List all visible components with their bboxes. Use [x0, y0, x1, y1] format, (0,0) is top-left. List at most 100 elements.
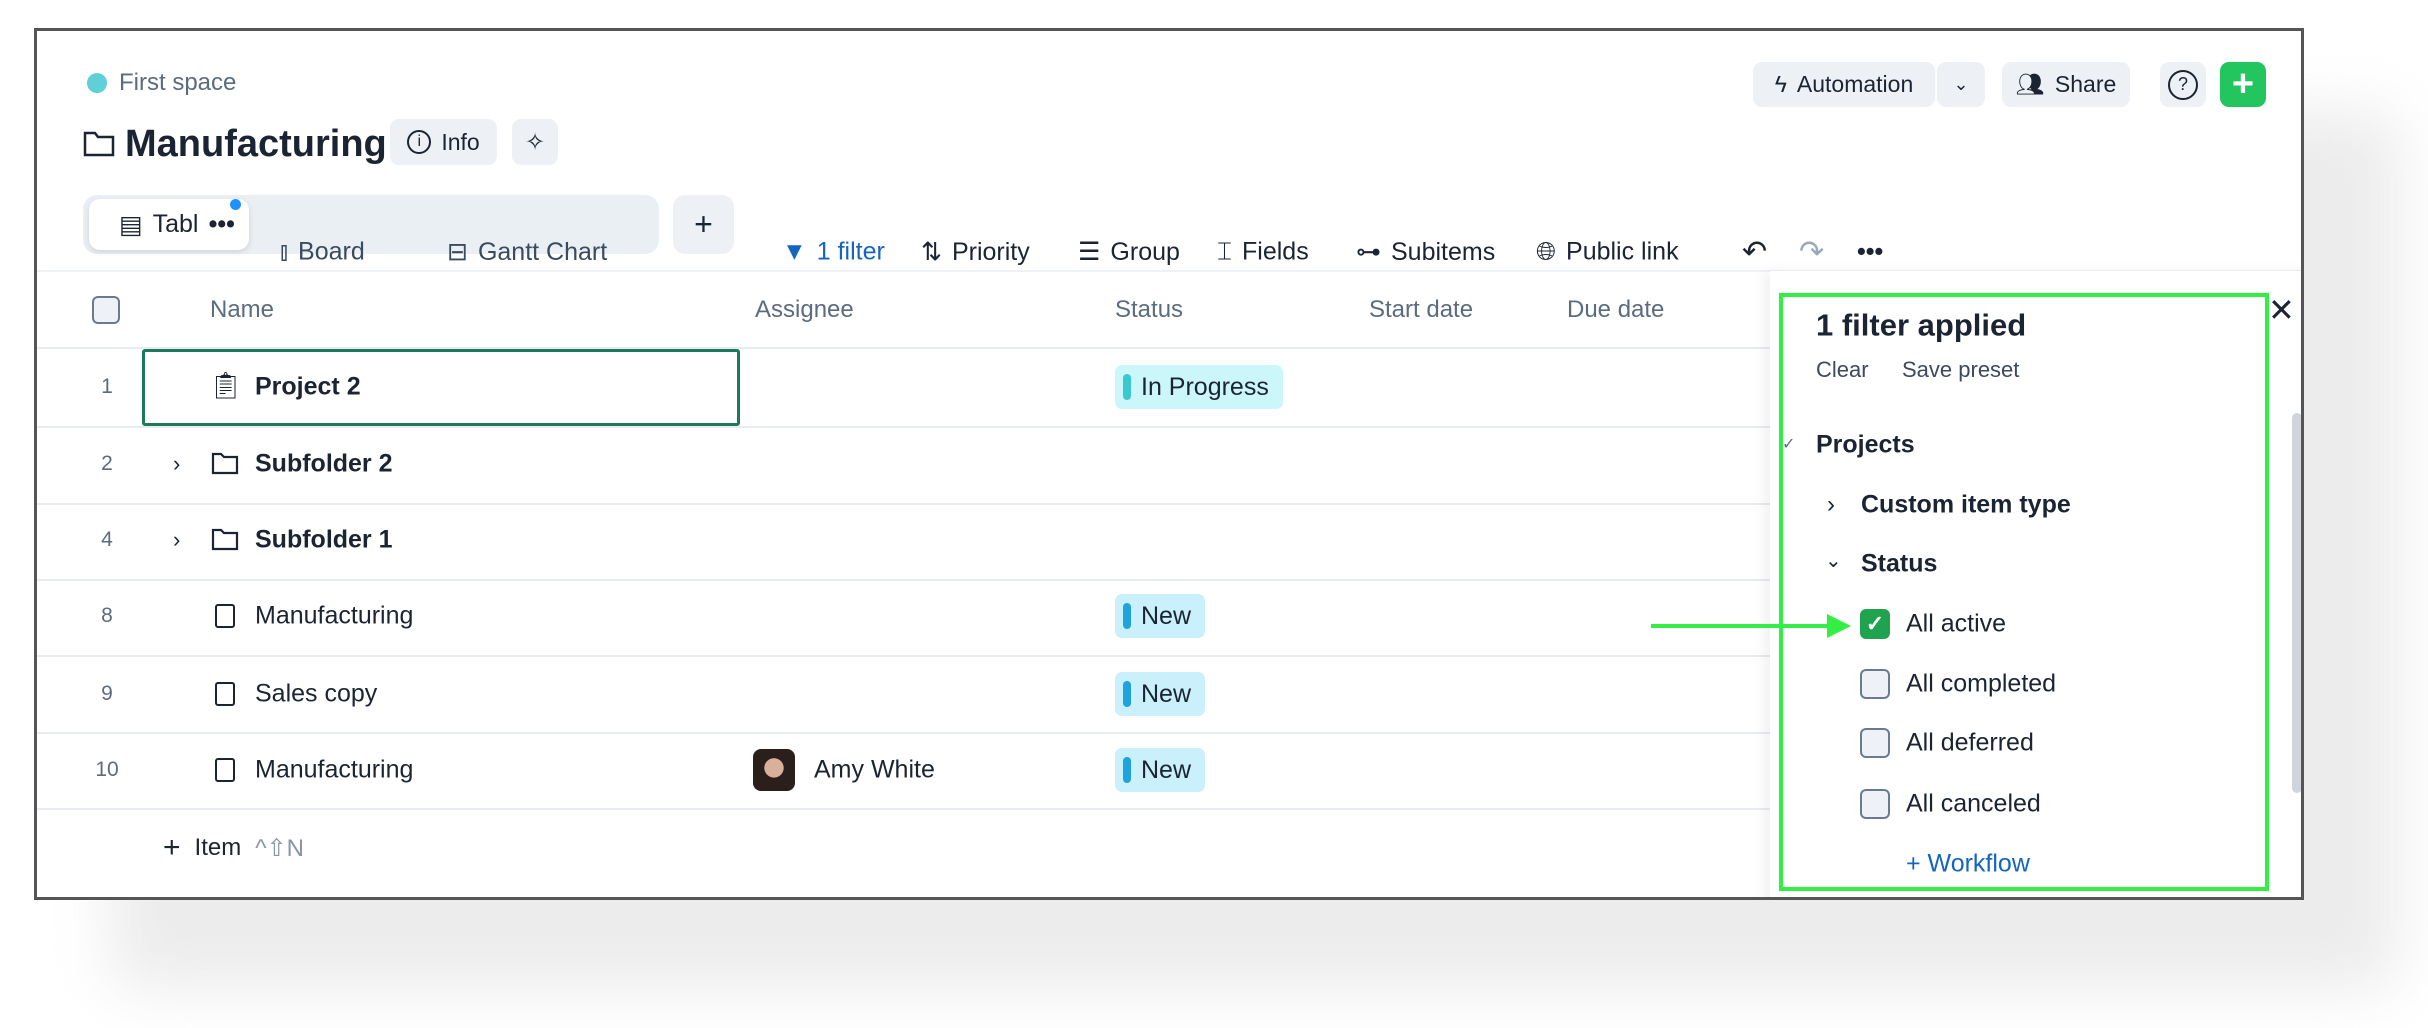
column-status[interactable]: Status: [1115, 296, 1183, 324]
divider: [37, 732, 1770, 734]
chevron-right-icon[interactable]: ›: [173, 453, 180, 475]
chevron-down-icon: ⌄: [1953, 74, 1969, 94]
automation-button[interactable]: ϟ Automation: [1753, 62, 1935, 107]
create-button[interactable]: +: [2220, 62, 2266, 107]
option-label[interactable]: All canceled: [1906, 791, 2041, 817]
fields-button[interactable]: ⌶ Fields: [1217, 238, 1309, 267]
row-number: 1: [101, 375, 113, 398]
item-name[interactable]: Subfolder 1: [255, 526, 393, 555]
more-button[interactable]: •••: [1857, 238, 1883, 267]
panel-scrollbar[interactable]: [2292, 413, 2301, 793]
subitems-icon: ⊶: [1356, 238, 1381, 266]
tab-label: Board: [298, 237, 365, 266]
group-button[interactable]: ☰ Group: [1078, 237, 1180, 267]
check-icon: ✓: [1782, 436, 1796, 453]
chevron-down-icon[interactable]: ⌄: [1825, 551, 1842, 571]
pin-icon: ✧: [524, 128, 546, 156]
tab-board[interactable]: ⫾ Board: [280, 238, 365, 267]
redo-button[interactable]: ↷: [1799, 235, 1824, 270]
automation-dropdown[interactable]: ⌄: [1937, 62, 1985, 107]
status-badge[interactable]: New: [1115, 672, 1206, 716]
priority-button[interactable]: ⇅ Priority: [921, 237, 1030, 267]
info-label: Info: [441, 128, 480, 155]
more-icon: •••: [1857, 237, 1884, 266]
undo-button[interactable]: ↶: [1742, 235, 1767, 270]
public-link-button[interactable]: 🌐︎ Public link: [1536, 238, 1679, 267]
status-label: In Progress: [1141, 372, 1269, 401]
status-group[interactable]: Status: [1861, 551, 1937, 577]
lightning-icon: ϟ: [1774, 71, 1787, 97]
status-color: [1123, 374, 1131, 400]
all-deferred-checkbox[interactable]: [1860, 728, 1890, 758]
column-due-date[interactable]: Due date: [1567, 296, 1664, 324]
sort-icon: ⇅: [921, 238, 942, 266]
status-badge[interactable]: New: [1115, 748, 1206, 792]
select-all-checkbox[interactable]: [92, 296, 120, 324]
automation-label: Automation: [1796, 71, 1914, 97]
chevron-right-icon[interactable]: ›: [1827, 493, 1835, 517]
option-label[interactable]: All completed: [1906, 671, 2056, 697]
app-window: First space Manufacturing i Info ✧ ϟ Auto…: [34, 28, 2304, 900]
section-projects[interactable]: Projects: [1816, 432, 1915, 458]
chevron-right-icon[interactable]: ›: [173, 529, 180, 551]
save-preset-button[interactable]: Save preset: [1902, 359, 2019, 381]
row-number: 4: [101, 528, 113, 551]
add-item-button[interactable]: + Item ^⇧N: [163, 831, 304, 865]
filter-button[interactable]: ▼ 1 filter: [782, 238, 885, 267]
clear-button[interactable]: Clear: [1816, 359, 1869, 381]
divider: [37, 579, 1770, 581]
tab-gantt-chart[interactable]: ⊟ Gantt Chart: [447, 237, 607, 267]
option-label[interactable]: All deferred: [1906, 730, 2034, 756]
share-button[interactable]: 👥︎ Share: [2002, 62, 2130, 107]
item-name[interactable]: Project 2: [255, 373, 361, 402]
item-name[interactable]: Subfolder 2: [255, 450, 393, 479]
item-name[interactable]: Manufacturing: [255, 756, 413, 785]
all-canceled-checkbox[interactable]: [1860, 789, 1890, 819]
page-title: Manufacturing: [125, 123, 387, 165]
annotation-arrow-icon: [1651, 614, 1851, 638]
status-badge[interactable]: New: [1115, 594, 1206, 638]
tab-table[interactable]: ▤ Table •••: [89, 199, 249, 250]
custom-item-type-group[interactable]: Custom item type: [1861, 492, 2071, 518]
plus-icon: +: [163, 831, 181, 864]
status-label: New: [1141, 601, 1192, 630]
assignee-name[interactable]: Amy White: [814, 756, 935, 785]
item-name[interactable]: Sales copy: [255, 680, 377, 709]
filter-icon: ▼: [782, 237, 807, 266]
undo-icon: ↶: [1742, 235, 1768, 269]
help-button[interactable]: ?: [2160, 62, 2206, 107]
column-assignee[interactable]: Assignee: [755, 296, 854, 324]
column-name[interactable]: Name: [210, 296, 274, 324]
unread-dot: [230, 199, 241, 210]
board-icon: ⫾: [280, 237, 289, 266]
all-active-checkbox[interactable]: ✓: [1860, 609, 1890, 639]
avatar: [753, 749, 795, 791]
group-icon: ☰: [1078, 238, 1101, 266]
breadcrumb-space[interactable]: First space: [119, 71, 236, 95]
column-start-date[interactable]: Start date: [1369, 296, 1473, 324]
info-button[interactable]: i Info: [390, 119, 497, 165]
folder-icon: [83, 131, 115, 157]
close-icon[interactable]: ✕: [2268, 294, 2295, 326]
status-color: [1123, 757, 1131, 783]
divider: [37, 808, 1770, 810]
more-icon[interactable]: •••: [209, 210, 235, 239]
all-completed-checkbox[interactable]: [1860, 669, 1890, 699]
status-color: [1123, 603, 1131, 629]
space-icon: [87, 73, 107, 93]
subitems-label: Subitems: [1391, 237, 1496, 266]
item-name[interactable]: Manufacturing: [255, 602, 413, 631]
add-view-button[interactable]: +: [673, 195, 734, 254]
info-icon: i: [407, 130, 432, 154]
option-label[interactable]: All active: [1906, 611, 2006, 637]
add-workflow-link[interactable]: + Workflow: [1906, 851, 2030, 877]
row-number: 9: [101, 682, 113, 705]
fields-label: Fields: [1242, 237, 1309, 266]
group-label: Group: [1110, 237, 1180, 266]
pin-button[interactable]: ✧: [512, 119, 558, 165]
subitems-button[interactable]: ⊶ Subitems: [1356, 237, 1495, 267]
status-badge[interactable]: In Progress: [1115, 365, 1283, 409]
add-item-label: Item: [194, 834, 242, 861]
fields-icon: ⌶: [1217, 237, 1233, 266]
row-number: 8: [101, 604, 113, 627]
